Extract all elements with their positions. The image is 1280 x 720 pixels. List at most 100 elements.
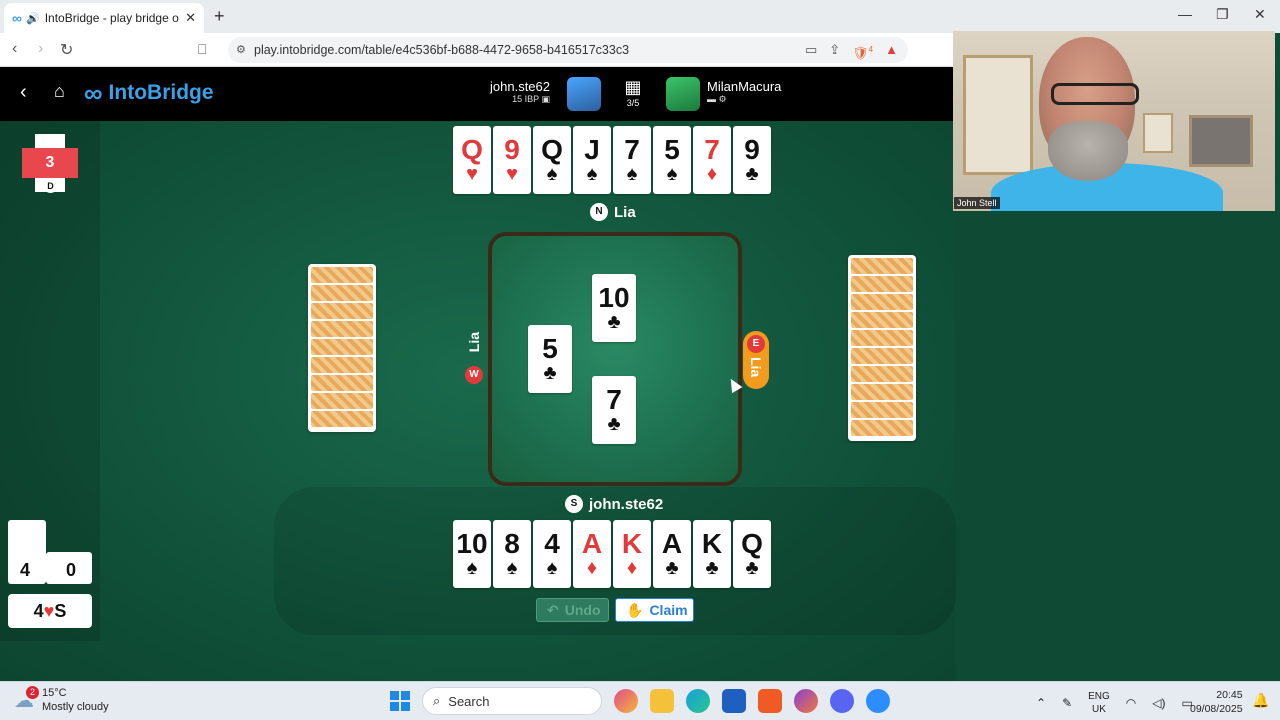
right-panel xyxy=(955,211,1280,681)
north-hand-card-suit: ♠ xyxy=(546,163,558,185)
minimize-icon[interactable]: — xyxy=(1178,6,1192,22)
north-hand-card-suit: ♠ xyxy=(586,163,598,185)
north-hand-card[interactable]: 9 ♥ xyxy=(493,126,531,194)
language-indicator[interactable]: ENG UK xyxy=(1088,690,1110,716)
infinity-logo-icon: ∞ xyxy=(84,78,103,108)
speaker-icon[interactable]: 🔊 xyxy=(26,12,40,25)
north-hand-card-suit: ♣ xyxy=(745,163,759,185)
weather-desc: Mostly cloudy xyxy=(42,701,109,713)
south-hand-card[interactable]: 8 ♠ xyxy=(493,520,531,588)
north-hand-card[interactable]: Q ♥ xyxy=(453,126,491,194)
video-call-overlay[interactable]: John Stell xyxy=(953,31,1275,211)
weather-widget[interactable]: ☁ 2 15°C Mostly cloudy xyxy=(14,685,109,714)
reload-icon[interactable]: ↻ xyxy=(60,40,73,60)
trick-card-north-suit: ♣ xyxy=(607,311,621,333)
south-hand-card[interactable]: 4 ♠ xyxy=(533,520,571,588)
south-hand-card[interactable]: K ♦ xyxy=(613,520,651,588)
notification-icon[interactable]: 🔔 xyxy=(1252,692,1269,709)
east-hand-backs xyxy=(848,255,916,441)
south-hand-card[interactable]: A ♣ xyxy=(653,520,691,588)
search-icon: ⌕ xyxy=(433,693,441,708)
edge-icon[interactable] xyxy=(686,689,710,713)
trick-card-north: 10 ♣ xyxy=(592,274,636,342)
copilot-icon[interactable] xyxy=(614,689,638,713)
share-icon[interactable]: ⇪ xyxy=(829,37,840,66)
board-vulnerability-indicator: 3 D xyxy=(22,134,78,193)
person-beard xyxy=(1048,121,1128,181)
cast-icon[interactable]: ▭ xyxy=(805,37,817,66)
brave-shield-icon[interactable]: 🛡4 xyxy=(852,37,873,66)
card-back xyxy=(851,402,913,418)
card-back xyxy=(311,375,373,391)
contract-declarer: S xyxy=(54,601,67,621)
discord-icon[interactable] xyxy=(830,689,854,713)
robot-icon: ⚙ xyxy=(718,94,727,104)
url-field[interactable]: ⚙ play.intobridge.com/table/e4c536bf-b68… xyxy=(228,37,908,63)
player-two-avatar[interactable] xyxy=(666,77,700,111)
firefox-icon[interactable] xyxy=(794,689,818,713)
wall-picture-small xyxy=(1143,113,1173,153)
brand-logo[interactable]: ∞ IntoBridge xyxy=(84,78,214,108)
claim-button[interactable]: ✋ Claim xyxy=(615,598,694,622)
card-back xyxy=(851,258,913,274)
north-hand-card[interactable]: 7 ♠ xyxy=(613,126,651,194)
rewards-icon[interactable]: ▲ xyxy=(885,37,898,66)
player-one-avatar[interactable] xyxy=(567,77,601,111)
store-icon[interactable] xyxy=(722,689,746,713)
north-seat-marker: N xyxy=(590,203,608,221)
person-glasses xyxy=(1051,83,1139,105)
language-primary: ENG xyxy=(1088,691,1110,702)
forward-icon[interactable]: › xyxy=(38,40,43,58)
undo-button[interactable]: ↶ Undo xyxy=(536,598,609,622)
south-hand-card-suit: ♠ xyxy=(546,557,558,579)
player-one-ibp: 15 IBP xyxy=(512,94,539,104)
trick-card-west-rank: 5 xyxy=(542,333,558,364)
north-hand-card-suit: ♦ xyxy=(706,163,718,185)
browser-tab[interactable]: ∞ 🔊 IntoBridge - play bridge onlin ✕ xyxy=(4,3,204,33)
north-hand: Q ♥ 9 ♥ Q ♠ J ♠ 7 ♠ 5 ♠ 7 ♦ 9 ♣ xyxy=(453,126,771,194)
south-hand-card[interactable]: K ♣ xyxy=(693,520,731,588)
restore-icon[interactable]: ❐ xyxy=(1216,6,1229,23)
card-back xyxy=(311,303,373,319)
taskbar-apps xyxy=(614,689,890,713)
north-hand-card[interactable]: 7 ♦ xyxy=(693,126,731,194)
window-close-icon[interactable]: ✕ xyxy=(1254,6,1266,23)
north-hand-card[interactable]: Q ♠ xyxy=(533,126,571,194)
home-icon[interactable]: ⌂ xyxy=(54,81,65,102)
tab-close-icon[interactable]: ✕ xyxy=(185,10,196,26)
volume-icon[interactable]: ◁) xyxy=(1152,696,1165,710)
site-info-icon[interactable]: ⚙ xyxy=(236,37,246,63)
board-counter[interactable]: ▦ 3/5 xyxy=(622,77,644,108)
wifi-icon[interactable]: ◠ xyxy=(1126,696,1136,710)
app-back-icon[interactable]: ‹ xyxy=(20,81,27,104)
south-hand-card[interactable]: 10 ♠ xyxy=(453,520,491,588)
zoom-icon[interactable] xyxy=(866,689,890,713)
south-seat-label: S john.ste62 xyxy=(565,495,663,513)
south-hand-card[interactable]: A ♦ xyxy=(573,520,611,588)
card-back xyxy=(851,348,913,364)
north-hand-card[interactable]: 5 ♠ xyxy=(653,126,691,194)
back-icon[interactable]: ‹ xyxy=(12,40,17,58)
board-count: 3/5 xyxy=(626,98,640,108)
brave-icon[interactable] xyxy=(758,689,782,713)
taskbar-search[interactable]: ⌕ Search xyxy=(422,687,602,715)
new-tab-button[interactable]: + xyxy=(214,6,225,27)
language-secondary: UK xyxy=(1092,704,1106,715)
north-hand-card[interactable]: J ♠ xyxy=(573,126,611,194)
south-hand-card-suit: ♣ xyxy=(745,557,759,579)
start-button-icon[interactable] xyxy=(390,691,410,711)
pen-icon[interactable]: ✎ xyxy=(1062,696,1072,710)
trick-card-west-suit: ♣ xyxy=(543,362,557,384)
north-hand-card[interactable]: 9 ♣ xyxy=(733,126,771,194)
chevron-up-icon[interactable]: ⌃ xyxy=(1036,696,1046,710)
south-hand-card-rank: K xyxy=(621,528,643,559)
north-hand-card-rank: 7 xyxy=(624,134,640,165)
search-label: Search xyxy=(448,693,490,709)
bookmark-icon[interactable]: ⎕ xyxy=(198,41,206,58)
south-hand-card[interactable]: Q ♣ xyxy=(733,520,771,588)
contract-suit: ♥ xyxy=(43,601,55,621)
south-hand-card-rank: A xyxy=(661,528,683,559)
file-explorer-icon[interactable] xyxy=(650,689,674,713)
weather-temp: 15°C xyxy=(42,687,67,699)
clock[interactable]: 20:45 09/08/2025 xyxy=(1190,688,1243,716)
